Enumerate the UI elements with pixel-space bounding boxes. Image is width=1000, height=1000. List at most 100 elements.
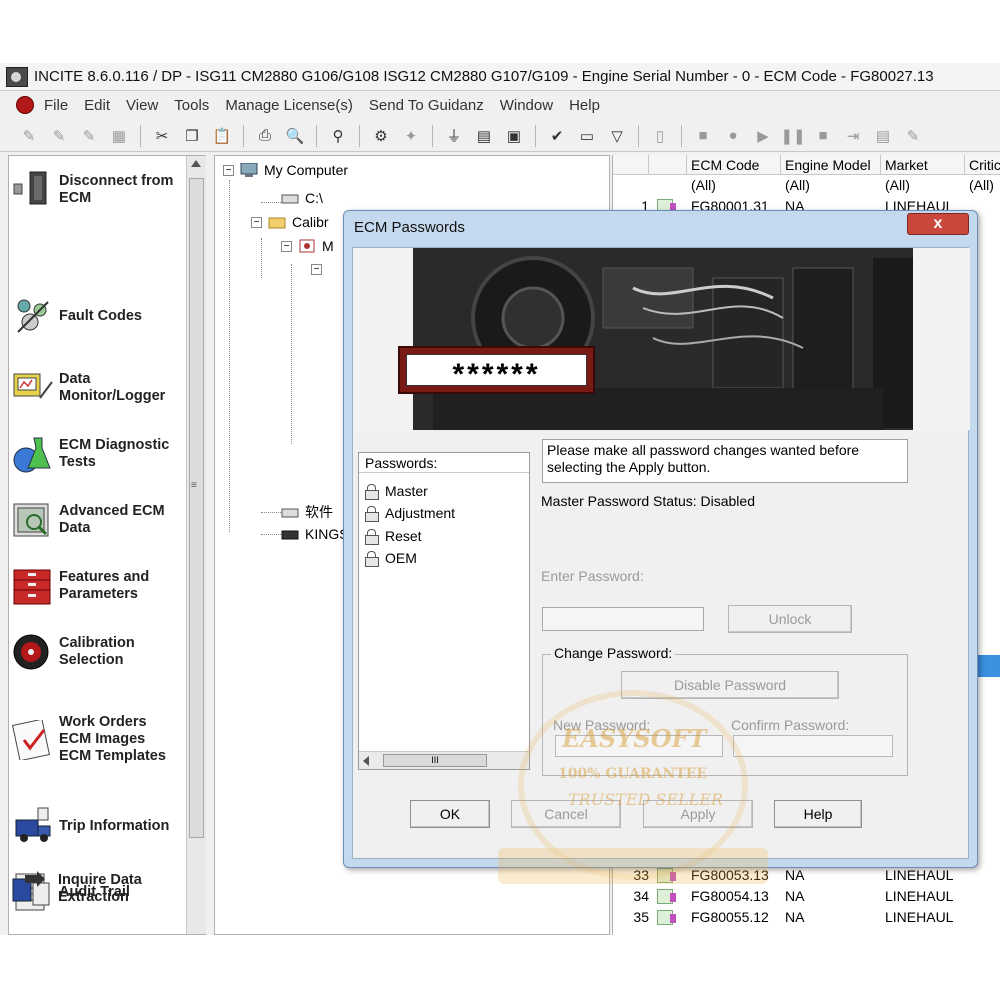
new-password-label: New Password: [553, 717, 651, 733]
tree-node-chinese-software[interactable]: 软件 [281, 502, 333, 522]
tree-node-module[interactable]: − M [281, 238, 334, 254]
report-icon[interactable]: ▤ [872, 125, 894, 147]
ecm-passwords-dialog: ECM Passwords x ****** Passwords: Master… [343, 210, 978, 868]
notes-icon[interactable]: ✎ [902, 125, 924, 147]
filter-ecm-code[interactable]: (All) [691, 175, 716, 196]
paste-icon[interactable]: 📋 [211, 125, 233, 147]
pause-icon[interactable]: ❚❚ [780, 125, 805, 147]
sidebar-item-trip-information[interactable]: Trip Information [9, 806, 185, 846]
export-icon[interactable]: ⇥ [842, 125, 864, 147]
table-row[interactable]: 35 FG80055.12 NA LINEHAUL [613, 907, 1000, 928]
filter-engine-model[interactable]: (All) [785, 175, 810, 196]
collapse-icon[interactable]: − [251, 216, 262, 228]
blank-page-icon[interactable]: ▯ [649, 125, 671, 147]
toolbar-button-4-icon[interactable]: ▦ [108, 125, 130, 147]
menu-tools[interactable]: Tools [174, 97, 209, 114]
sidebar-item-fault-codes[interactable]: Fault Codes [9, 296, 185, 336]
toolbar-button-2-icon[interactable]: ✎ [48, 125, 70, 147]
cancel-button[interactable]: Cancel [511, 800, 621, 828]
tree-node-my-computer[interactable]: − My Computer [223, 162, 348, 178]
unlock-icon [365, 529, 379, 545]
scroll-thumb[interactable]: III [383, 754, 487, 767]
print-icon[interactable]: ⎙ [254, 125, 276, 147]
menu-help[interactable]: Help [569, 97, 600, 114]
help-button[interactable]: Help [774, 800, 862, 828]
passwords-list: Passwords: Master Adjustment Reset OEM I… [358, 452, 530, 770]
sidebar-item-features-and-parameters[interactable]: Features and Parameters [9, 566, 185, 606]
database-icon[interactable]: ▣ [503, 125, 525, 147]
confirm-password-input[interactable] [733, 735, 893, 757]
toolbar-button-3-icon[interactable]: ✎ [78, 125, 100, 147]
unlock-icon [365, 506, 379, 522]
grid-header-ecm-code[interactable]: ECM Code [687, 155, 781, 175]
password-item-master[interactable]: Master [365, 483, 428, 500]
menu-window[interactable]: Window [500, 97, 553, 114]
password-mask-text: ****** [406, 354, 587, 386]
tree-node-calibrations[interactable]: − Calibr [251, 214, 329, 230]
menu-file[interactable]: File [44, 97, 68, 114]
password-item-reset[interactable]: Reset [365, 528, 422, 545]
collapse-icon[interactable]: − [311, 264, 322, 275]
enter-password-input[interactable] [542, 607, 704, 631]
copy-icon[interactable]: ❐ [181, 125, 203, 147]
menu-send-to-guidanz[interactable]: Send To Guidanz [369, 97, 484, 114]
clipboard-check-icon [12, 719, 51, 760]
drive-icon [281, 194, 299, 204]
ecm-connect-icon[interactable]: ⚙ [370, 125, 392, 147]
password-item-oem[interactable]: OEM [365, 550, 417, 567]
tree-node-c-drive[interactable]: C:\ [281, 190, 323, 206]
menu-manage-licenses[interactable]: Manage License(s) [225, 97, 353, 114]
cut-icon[interactable]: ✂ [151, 125, 173, 147]
computer-icon [240, 163, 258, 177]
unlock-button[interactable]: Unlock [728, 605, 852, 633]
filter-market[interactable]: (All) [885, 175, 910, 196]
menu-bar: File Edit View Tools Manage License(s) S… [0, 92, 1000, 118]
sidebar-item-disconnect[interactable]: Disconnect from ECM [9, 170, 185, 210]
play-icon[interactable]: ▶ [752, 125, 774, 147]
document-check-icon[interactable]: ✔ [546, 125, 568, 147]
unlock-icon [365, 551, 379, 567]
stop-record-icon[interactable]: ● [722, 125, 744, 147]
sidebar-label-line2: ECM [59, 190, 92, 206]
passwords-list-hscrollbar[interactable]: III [359, 751, 529, 769]
stop-icon[interactable]: ■ [812, 125, 834, 147]
binoculars-icon[interactable]: ⚲ [327, 125, 349, 147]
tree-node-kings[interactable]: KINGS [281, 526, 349, 542]
grid-header-engine-model[interactable]: Engine Model [781, 155, 881, 175]
ok-button[interactable]: OK [410, 800, 490, 828]
close-button[interactable]: x [907, 213, 969, 235]
usb-drive-icon [281, 530, 299, 540]
sidebar-item-inquire-data-extraction[interactable]: Inquire Data Extraction [8, 869, 184, 909]
collapse-icon[interactable]: − [223, 164, 234, 176]
plug-toolbar-icon[interactable]: ⏚ [443, 125, 465, 147]
ecm-tool-icon[interactable]: ✦ [400, 125, 422, 147]
new-password-input[interactable] [555, 735, 723, 757]
password-item-adjustment[interactable]: Adjustment [365, 505, 455, 522]
sidebar-item-advanced-ecm-data[interactable]: Advanced ECM Data [9, 500, 185, 540]
tree-node-sub[interactable]: − [311, 264, 328, 275]
table-row[interactable]: 34 FG80054.13 NA LINEHAUL [613, 886, 1000, 907]
toolbar-button-1-icon[interactable]: ✎ [18, 125, 40, 147]
document-edit-icon[interactable]: ▭ [576, 125, 598, 147]
sidebar-item-calibration-selection[interactable]: Calibration Selection [9, 632, 185, 672]
scroll-thumb[interactable] [189, 178, 204, 838]
table-row[interactable]: 33 FG80053.13 NA LINEHAUL [613, 865, 1000, 886]
print-preview-icon[interactable]: 🔍 [284, 125, 306, 147]
scroll-up-icon[interactable] [191, 160, 201, 167]
menu-edit[interactable]: Edit [84, 97, 110, 114]
module-icon[interactable]: ▤ [473, 125, 495, 147]
disable-password-button[interactable]: Disable Password [621, 671, 839, 699]
filter-critical[interactable]: (All) [969, 175, 994, 196]
sidebar-scrollbar[interactable]: ≡ [186, 156, 206, 934]
sidebar-item-ecm-diagnostic-tests[interactable]: ECM Diagnostic Tests [9, 434, 185, 474]
sidebar-item-data-monitor[interactable]: Data Monitor/Logger [9, 368, 185, 408]
sidebar-item-work-orders[interactable]: Work Orders ECM Images ECM Templates [9, 714, 185, 765]
grid-header-critical[interactable]: Critic [965, 155, 1000, 175]
filter-icon[interactable]: ▽ [606, 125, 628, 147]
menu-view[interactable]: View [126, 97, 158, 114]
camera-icon[interactable]: ■ [692, 125, 714, 147]
apply-button[interactable]: Apply [643, 800, 753, 828]
grid-header-market[interactable]: Market [881, 155, 965, 175]
scroll-left-icon[interactable] [363, 756, 369, 766]
collapse-icon[interactable]: − [281, 240, 292, 252]
